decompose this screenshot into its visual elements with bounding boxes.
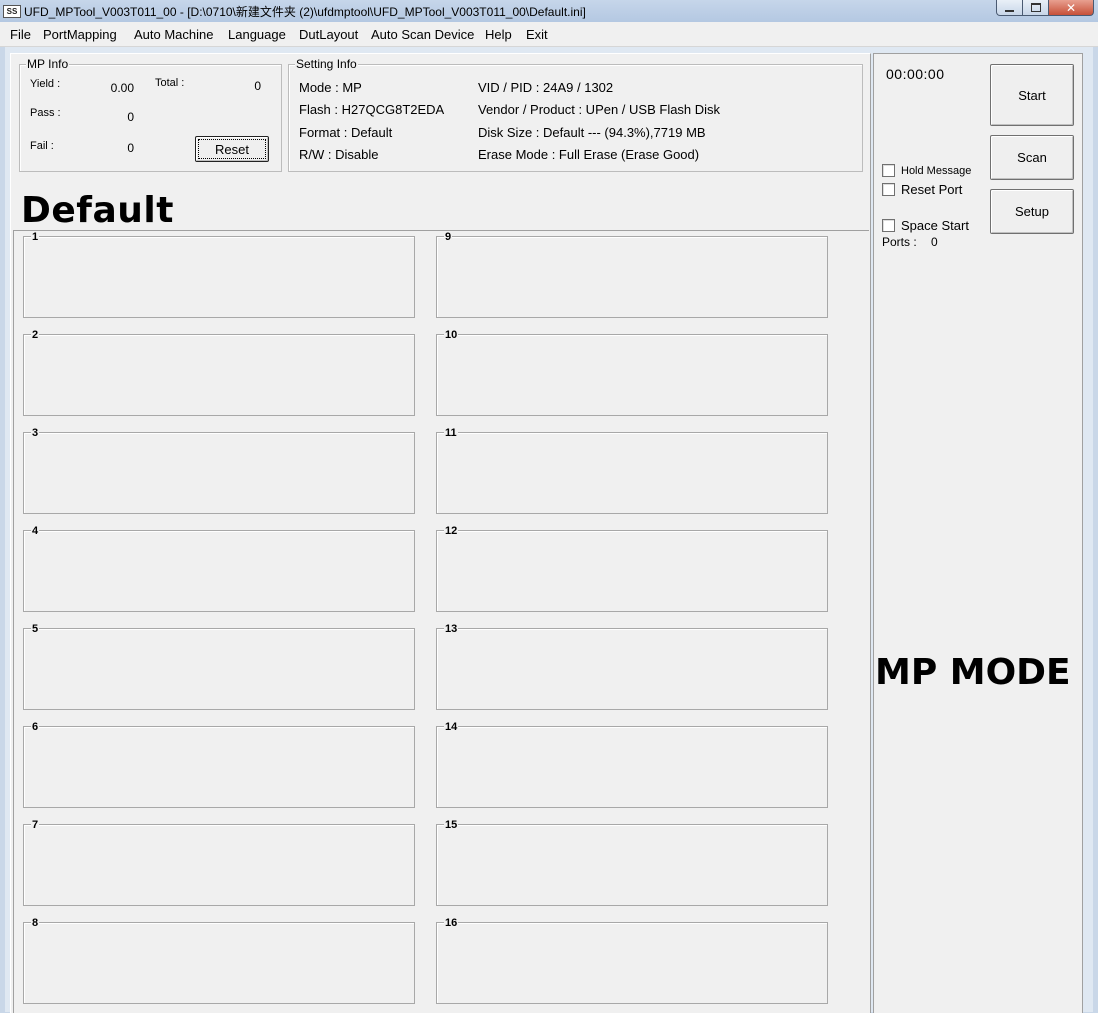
yield-value: 0.00 (110, 81, 134, 95)
port-slot-number: 14 (444, 721, 459, 733)
minimize-button[interactable] (996, 0, 1023, 16)
port-slot-number: 7 (31, 819, 40, 831)
yield-label: Yield : (30, 78, 61, 90)
port-slot-9[interactable]: 9 (436, 231, 828, 318)
port-slot-number: 9 (444, 231, 453, 243)
mode-banner: MP MODE (875, 652, 1071, 693)
maximize-icon (1030, 3, 1041, 12)
vendor-product-info: Vendor / Product : UPen / USB Flash Disk (478, 102, 721, 117)
menu-bar: File PortMapping Auto Machine Language D… (0, 22, 1098, 47)
menu-file[interactable]: File (10, 27, 31, 42)
close-button[interactable]: ✕ (1049, 0, 1094, 16)
reset-button[interactable]: Reset (195, 136, 269, 162)
reset-port-option[interactable]: Reset Port (882, 182, 962, 197)
port-slot-16[interactable]: 16 (436, 917, 828, 1004)
app-icon: SS (3, 5, 21, 18)
format-info: Format : Default (299, 125, 393, 140)
port-slot-12[interactable]: 12 (436, 525, 828, 612)
menu-auto-scan-device[interactable]: Auto Scan Device (371, 27, 474, 42)
space-start-checkbox[interactable] (882, 219, 895, 232)
rw-info: R/W : Disable (299, 147, 379, 162)
port-slot-3[interactable]: 3 (23, 427, 415, 514)
port-slot-number: 16 (444, 917, 459, 929)
start-button[interactable]: Start (990, 64, 1074, 126)
hold-message-checkbox[interactable] (882, 164, 895, 177)
menu-portmapping[interactable]: PortMapping (43, 27, 117, 42)
menu-auto-machine[interactable]: Auto Machine (134, 27, 214, 42)
mp-info-legend: MP Info (26, 57, 70, 71)
port-slot-1[interactable]: 1 (23, 231, 415, 318)
port-slot-number: 12 (444, 525, 459, 537)
erase-mode-info: Erase Mode : Full Erase (Erase Good) (478, 147, 700, 162)
port-slot-8[interactable]: 8 (23, 917, 415, 1004)
reset-port-label: Reset Port (901, 182, 963, 197)
port-slot-13[interactable]: 13 (436, 623, 828, 710)
port-slot-number: 4 (31, 525, 40, 537)
space-start-option[interactable]: Space Start (882, 218, 969, 233)
setting-info-group: Setting Info Mode : MP Flash : H27QCG8T2… (288, 57, 863, 172)
vid-pid-info: VID / PID : 24A9 / 1302 (478, 80, 614, 95)
reset-port-checkbox[interactable] (882, 183, 895, 196)
total-label: Total : (155, 77, 185, 89)
port-slot-number: 3 (31, 427, 40, 439)
menu-help[interactable]: Help (485, 27, 512, 42)
port-slot-10[interactable]: 10 (436, 329, 828, 416)
port-slot-number: 1 (31, 231, 40, 243)
port-slot-number: 8 (31, 917, 40, 929)
flash-info: Flash : H27QCG8T2EDA (299, 102, 445, 117)
title-bar: SS UFD_MPTool_V003T011_00 - [D:\0710\新建文… (0, 0, 1098, 22)
setting-info-legend: Setting Info (295, 57, 358, 71)
fail-value: 0 (127, 141, 134, 155)
ports-value: 0 (931, 235, 938, 249)
hold-message-option[interactable]: Hold Message (882, 164, 971, 177)
pass-value: 0 (127, 110, 134, 124)
pass-label: Pass : (30, 107, 61, 119)
port-slot-6[interactable]: 6 (23, 721, 415, 808)
window-title: UFD_MPTool_V003T011_00 - [D:\0710\新建文件夹 … (24, 5, 586, 19)
scan-button[interactable]: Scan (990, 135, 1074, 180)
port-slot-number: 11 (444, 427, 458, 439)
menu-exit[interactable]: Exit (526, 27, 548, 42)
port-slot-number: 2 (31, 329, 40, 341)
port-slot-number: 15 (444, 819, 459, 831)
port-slot-2[interactable]: 2 (23, 329, 415, 416)
port-slot-number: 10 (444, 329, 459, 341)
minimize-icon (1005, 9, 1014, 12)
port-slot-area: 1 2 3 4 5 6 7 8 9 10 11 12 13 14 15 16 (13, 230, 869, 1013)
total-value: 0 (254, 79, 261, 93)
fail-label: Fail : (30, 140, 54, 152)
setup-button[interactable]: Setup (990, 189, 1074, 234)
port-slot-5[interactable]: 5 (23, 623, 415, 710)
elapsed-timer: 00:00:00 (886, 66, 945, 82)
mode-info: Mode : MP (299, 80, 362, 95)
port-slot-4[interactable]: 4 (23, 525, 415, 612)
space-start-label: Space Start (901, 218, 969, 233)
port-slot-11[interactable]: 11 (436, 427, 828, 514)
mp-info-group: MP Info Yield : 0.00 Total : 0 Pass : 0 … (19, 57, 282, 172)
port-slot-15[interactable]: 15 (436, 819, 828, 906)
ports-label: Ports : (882, 235, 917, 249)
menu-dutlayout[interactable]: DutLayout (299, 27, 358, 42)
port-slot-number: 13 (444, 623, 459, 635)
port-slot-number: 5 (31, 623, 40, 635)
port-slot-number: 6 (31, 721, 40, 733)
hold-message-label: Hold Message (901, 164, 972, 177)
disk-size-info: Disk Size : Default --- (94.3%),7719 MB (478, 125, 706, 140)
port-slot-7[interactable]: 7 (23, 819, 415, 906)
maximize-button[interactable] (1023, 0, 1049, 16)
close-icon: ✕ (1065, 0, 1077, 15)
port-slot-14[interactable]: 14 (436, 721, 828, 808)
window-controls: ✕ (996, 0, 1094, 16)
profile-title: Default (21, 190, 174, 231)
menu-language[interactable]: Language (228, 27, 286, 42)
